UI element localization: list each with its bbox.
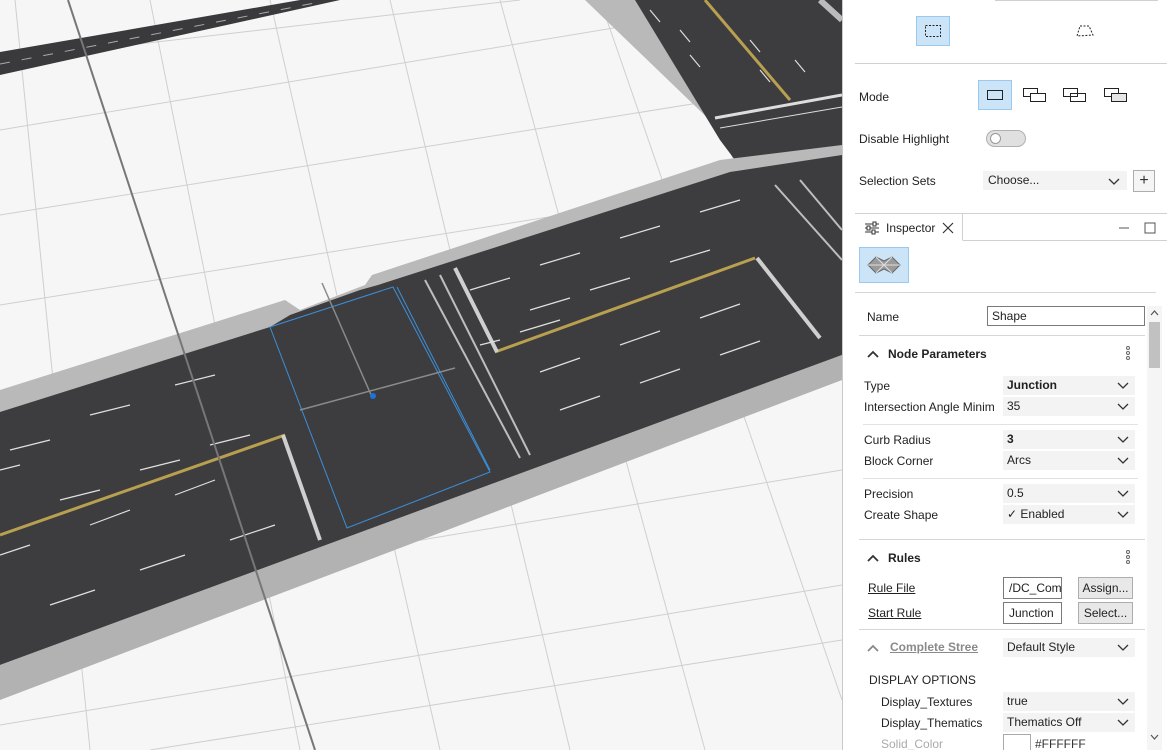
new-selection-icon[interactable] xyxy=(978,80,1012,110)
display-options-header: DISPLAY OPTIONS xyxy=(869,673,976,687)
collapse-caret-icon[interactable] xyxy=(867,349,879,359)
chevron-down-icon xyxy=(1117,457,1129,464)
precision-value: 0.5 xyxy=(1007,486,1024,500)
scene-viewport[interactable] xyxy=(0,0,842,750)
chevron-down-icon xyxy=(1117,511,1129,518)
more-options-icon[interactable] xyxy=(1126,346,1130,360)
assign-button[interactable]: Assign... xyxy=(1078,577,1133,599)
maximize-icon[interactable] xyxy=(1142,220,1158,236)
inspector-tabbar: Inspector xyxy=(855,213,1167,241)
start-rule-input[interactable]: Junction xyxy=(1003,602,1062,624)
chevron-down-icon xyxy=(1117,490,1129,497)
type-value: Junction xyxy=(1007,378,1057,392)
chevron-down-icon xyxy=(1117,382,1129,389)
type-dropdown[interactable]: Junction xyxy=(1003,376,1135,395)
display-textures-label: Display_Textures xyxy=(881,695,973,709)
scroll-up-icon[interactable] xyxy=(1150,309,1159,318)
display-thematics-value: Thematics Off xyxy=(1007,715,1082,729)
chevron-down-icon xyxy=(1117,698,1129,705)
junction-node xyxy=(370,393,376,399)
mode-label: Mode xyxy=(859,90,890,104)
display-thematics-label: Display_Thematics xyxy=(881,716,983,730)
selection-sets-dropdown[interactable]: Choose... xyxy=(983,171,1127,190)
solid-color-label: Solid_Color xyxy=(881,737,944,750)
scrollbar-thumb[interactable] xyxy=(1149,322,1160,368)
minimize-icon[interactable] xyxy=(1116,220,1132,236)
shape-type-icon xyxy=(859,247,909,283)
collapse-caret-icon[interactable] xyxy=(867,643,879,653)
display-textures-value: true xyxy=(1007,694,1028,708)
create-shape-value: ✓ Enabled xyxy=(1007,507,1065,521)
angle-label: Intersection Angle Minim xyxy=(864,400,995,414)
street-scene[interactable] xyxy=(0,0,842,750)
close-icon[interactable] xyxy=(942,222,954,234)
start-rule-link[interactable]: Start Rule xyxy=(868,606,921,620)
more-options-icon[interactable] xyxy=(1126,550,1130,564)
chevron-down-icon xyxy=(1117,644,1129,651)
chevron-down-icon xyxy=(1108,178,1120,185)
precision-label: Precision xyxy=(864,487,914,501)
toggle-selection-icon[interactable] xyxy=(1099,80,1133,110)
add-selection-icon[interactable] xyxy=(1018,80,1052,110)
create-shape-label: Create Shape xyxy=(864,508,939,522)
curb-radius-dropdown[interactable]: 3 xyxy=(1003,430,1135,449)
selection-sets-value: Choose... xyxy=(988,173,1040,187)
angle-dropdown[interactable]: 35 xyxy=(1003,397,1135,416)
name-label: Name xyxy=(867,310,900,324)
select-rule-button[interactable]: Select... xyxy=(1078,602,1133,624)
inspector-scrollbar[interactable] xyxy=(1147,306,1162,750)
selection-toolbar xyxy=(855,0,1167,64)
solid-color-value: #FFFFFF xyxy=(1035,737,1086,750)
block-corner-dropdown[interactable]: Arcs xyxy=(1003,451,1135,470)
disable-highlight-label: Disable Highlight xyxy=(859,132,950,146)
complete-streets-link[interactable]: Complete Stree xyxy=(890,640,980,654)
lasso-select-icon[interactable] xyxy=(1068,16,1102,46)
create-shape-dropdown[interactable]: ✓ Enabled xyxy=(1003,505,1135,524)
right-panel: Mode Disable Highlight Selection Sets Ch… xyxy=(842,0,1167,750)
style-value: Default Style xyxy=(1007,640,1076,654)
chevron-down-icon xyxy=(1117,403,1129,410)
precision-dropdown[interactable]: 0.5 xyxy=(1003,484,1135,503)
chevron-down-icon xyxy=(1117,436,1129,443)
node-parameters-header[interactable]: Node Parameters xyxy=(888,347,987,361)
type-label: Type xyxy=(864,379,891,393)
subtract-selection-icon[interactable] xyxy=(1058,80,1092,110)
solid-color-swatch[interactable] xyxy=(1003,734,1031,750)
scroll-down-icon[interactable] xyxy=(1150,732,1159,741)
rule-file-input[interactable]: /DC_Com xyxy=(1003,577,1062,599)
rule-file-link[interactable]: Rule File xyxy=(868,581,915,595)
block-corner-label: Block Corner xyxy=(864,454,934,468)
display-textures-dropdown[interactable]: true xyxy=(1003,692,1135,711)
chevron-down-icon xyxy=(1117,719,1129,726)
style-dropdown[interactable]: Default Style xyxy=(1003,638,1135,657)
display-thematics-dropdown[interactable]: Thematics Off xyxy=(1003,713,1135,732)
block-corner-value: Arcs xyxy=(1007,453,1031,467)
angle-value: 35 xyxy=(1007,399,1021,413)
selection-sets-label: Selection Sets xyxy=(859,174,936,188)
disable-highlight-toggle[interactable] xyxy=(986,130,1026,147)
tab-inspector[interactable]: Inspector xyxy=(855,214,963,241)
name-input[interactable]: Shape xyxy=(987,306,1145,326)
add-selection-set-button[interactable]: + xyxy=(1133,170,1155,192)
curb-radius-label: Curb Radius xyxy=(864,433,931,447)
rules-header[interactable]: Rules xyxy=(888,551,921,565)
curb-radius-value: 3 xyxy=(1007,432,1014,446)
collapse-caret-icon[interactable] xyxy=(867,553,879,563)
inspector-tab-label: Inspector xyxy=(886,221,936,235)
rectangle-select-icon[interactable] xyxy=(916,16,950,46)
sliders-icon xyxy=(865,221,879,235)
